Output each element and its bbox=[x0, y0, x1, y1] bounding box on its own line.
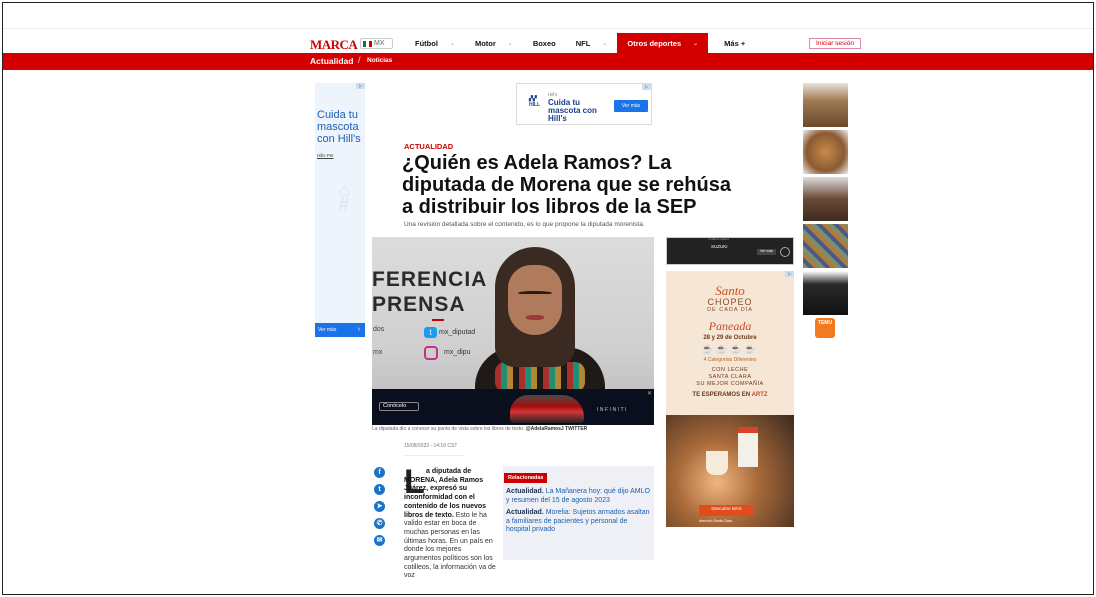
chevron-down-icon: ⌄ bbox=[449, 40, 455, 47]
section-separator: / bbox=[358, 55, 361, 65]
top-nav: MARCA MX Fútbol ⌄ Motor ⌄ Boxeo NFL ⌄ Otros… bbox=[3, 33, 1093, 53]
twitter-icon: t bbox=[424, 327, 437, 338]
top-strip bbox=[3, 3, 1093, 29]
menu-item-otros-deportes[interactable]: Otros deportes ⌄ bbox=[617, 33, 709, 53]
related-item[interactable]: Actualidad. La Mañanera hoy: qué dijo AM… bbox=[503, 484, 654, 505]
edition-label: MX bbox=[374, 40, 385, 47]
top-banner-ad[interactable]: ▷ ▞▞ HILL Hill's Cuida tu mascota con Hil… bbox=[516, 83, 652, 125]
chevron-right-icon: › bbox=[357, 326, 360, 333]
image-caption: La diputada dio a conocer su punto de vi… bbox=[372, 426, 588, 432]
ad-decoration-icon: ⌂ # bbox=[339, 180, 350, 214]
product-thumbnail[interactable] bbox=[803, 177, 848, 221]
related-box: Relacionadas Actualidad. La Mañanera hoy… bbox=[503, 466, 654, 560]
milk-carton-image bbox=[738, 427, 758, 467]
ad-text: SUZUKI bbox=[711, 244, 728, 249]
product-thumbnail[interactable] bbox=[803, 130, 848, 174]
product-ad-strip[interactable]: TEMU bbox=[803, 83, 851, 338]
menu-item-mas[interactable]: Más + bbox=[708, 33, 755, 53]
section-link[interactable]: Actualidad bbox=[310, 56, 353, 66]
menu-item-motor[interactable]: Motor ⌄ bbox=[465, 33, 523, 53]
backdrop-text: PRENSA bbox=[372, 293, 466, 316]
ad-cta-button[interactable]: Ver más bbox=[757, 249, 776, 255]
telegram-share-icon[interactable]: ➤ bbox=[374, 501, 385, 512]
mexico-flag-icon bbox=[363, 40, 372, 47]
car-image bbox=[510, 395, 584, 423]
car-banner-ad[interactable]: PUBLICIDAD SUZUKI Ver más bbox=[666, 237, 794, 265]
video-ad-brand: INFINITI bbox=[597, 407, 628, 413]
edition-selector[interactable]: MX bbox=[360, 38, 393, 49]
ad-label: Hill's bbox=[548, 92, 558, 97]
subsection-link[interactable]: Noticias bbox=[367, 57, 392, 64]
chevron-down-icon: ⌄ bbox=[507, 40, 513, 47]
email-share-icon[interactable]: ✉ bbox=[374, 535, 385, 546]
site-logo[interactable]: MARCA bbox=[310, 37, 358, 53]
related-item[interactable]: Actualidad. Morelia: Sujetos armados asa… bbox=[503, 505, 654, 535]
article-title: ¿Quién es Adela Ramos? La diputada de Mo… bbox=[402, 152, 731, 218]
ad-title: CHOPEO bbox=[707, 297, 753, 307]
adchoices-icon[interactable]: ▷ bbox=[356, 83, 365, 89]
video-ad-cta[interactable]: Conócelo bbox=[379, 402, 419, 411]
backdrop-text: FERENCIA bbox=[372, 268, 488, 291]
menu-item-nfl[interactable]: NFL ⌄ bbox=[566, 33, 618, 53]
ad-category: 4 Categorías Diferentes bbox=[703, 357, 757, 363]
ad-cta-button[interactable]: Ver más bbox=[614, 100, 648, 112]
menu-item-boxeo[interactable]: Boxeo bbox=[523, 33, 566, 53]
facebook-share-icon[interactable]: f bbox=[374, 467, 385, 478]
ad-headline: Cuida tu mascota con Hill's bbox=[317, 109, 361, 145]
product-thumbnail[interactable] bbox=[803, 271, 848, 315]
backdrop-text: mx bbox=[373, 349, 383, 356]
backdrop-handle: mx_diputad bbox=[439, 329, 476, 336]
article-subtitle: Una revisión detallada sobre el contenid… bbox=[404, 221, 645, 228]
backdrop-handle: mx_dipu bbox=[444, 349, 471, 356]
ad-fineprint: Atención Santa Clara bbox=[699, 519, 733, 523]
ad-title: DE CADA DÍA bbox=[707, 307, 753, 313]
ad-headline: Cuida tu mascota con Hill's bbox=[548, 98, 597, 123]
santa-clara-ad[interactable]: ▷ Santo CHOPEO DE CADA DÍA Paneada 28 y … bbox=[666, 271, 794, 527]
ad-venue: TE ESPERAMOS EN ARTZ bbox=[692, 392, 768, 398]
article-kicker[interactable]: ACTUALIDAD bbox=[404, 142, 453, 151]
temu-logo[interactable]: TEMU bbox=[815, 318, 835, 338]
ad-label: PUBLICIDAD bbox=[708, 237, 730, 241]
ad-advertiser: Hills Pet bbox=[317, 153, 334, 158]
section-bar: Actualidad / Noticias bbox=[3, 53, 1093, 70]
cup-image bbox=[706, 451, 728, 475]
menu-item-futbol[interactable]: Fútbol ⌄ bbox=[405, 33, 465, 53]
backdrop-line bbox=[432, 319, 444, 321]
browser-viewport: MARCA MX Fútbol ⌄ Motor ⌄ Boxeo NFL ⌄ Otros… bbox=[2, 2, 1094, 595]
cups-icon: ☕☕☕☕ bbox=[701, 344, 759, 354]
related-tag: Relacionadas bbox=[504, 473, 548, 483]
whatsapp-share-icon[interactable]: ✆ bbox=[374, 518, 385, 529]
ad-cta-button[interactable]: Descubre MÁS bbox=[699, 505, 754, 516]
ad-dates: 28 y 29 de Octubre bbox=[703, 335, 757, 341]
lead-rest: Esto le ha valido estar en boca de mucha… bbox=[404, 511, 496, 580]
chevron-down-icon: ⌄ bbox=[693, 40, 699, 47]
product-thumbnail[interactable] bbox=[803, 224, 848, 268]
share-bar: f t ➤ ✆ ✉ bbox=[374, 467, 386, 552]
caption-credit: @AdelaRamosJ TWITTER bbox=[525, 426, 588, 432]
hills-logo-icon: ▞▞ HILL bbox=[529, 96, 541, 108]
left-skyscraper-ad[interactable]: ▷ Cuida tu mascota con Hill's Hills Pet … bbox=[315, 83, 365, 337]
article-date: 15/08/2023 - 14:16 CST bbox=[404, 443, 464, 456]
close-icon[interactable]: ✕ bbox=[647, 390, 652, 397]
ad-cta-button[interactable]: Ver más › bbox=[315, 323, 365, 337]
ad-title: Paneada bbox=[708, 319, 752, 333]
product-thumbnail[interactable] bbox=[803, 83, 848, 127]
twitter-share-icon[interactable]: t bbox=[374, 484, 385, 495]
instagram-icon bbox=[424, 346, 438, 360]
login-button[interactable]: Iniciar sesión bbox=[809, 38, 861, 49]
ad-tagline: CON LECHE SANTA CLARA SU MEJOR COMPAÑÍA bbox=[696, 367, 764, 387]
article-body: a diputada de MORENA, Adela Ramos Juárez… bbox=[404, 468, 496, 581]
chevron-down-icon: ⌄ bbox=[602, 40, 608, 47]
adchoices-icon[interactable]: ▷ bbox=[642, 84, 651, 90]
car-brand-icon bbox=[780, 247, 790, 257]
article-hero-image: FERENCIA PRENSA dos mx t mx_diputad mx_d… bbox=[372, 237, 654, 425]
adchoices-icon[interactable]: ▷ bbox=[785, 271, 794, 277]
backdrop-text: dos bbox=[373, 326, 385, 333]
main-menu: Fútbol ⌄ Motor ⌄ Boxeo NFL ⌄ Otros deportes… bbox=[405, 33, 755, 53]
